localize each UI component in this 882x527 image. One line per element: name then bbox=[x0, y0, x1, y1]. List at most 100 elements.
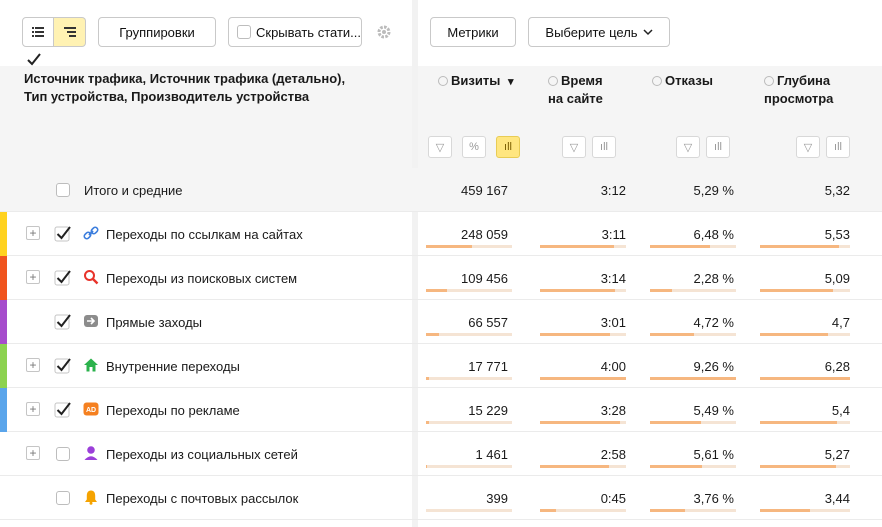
row-visits-bar-track bbox=[426, 421, 512, 424]
row-visits-bar bbox=[426, 421, 429, 424]
col-visits[interactable]: Визиты ▾ bbox=[438, 72, 513, 91]
table-row[interactable]: + AD Переходы по рекламе 15 229 3:28 5,49 % 5,… bbox=[0, 388, 882, 432]
row-label: Прямые заходы bbox=[106, 315, 203, 330]
col-time[interactable]: Время на сайте bbox=[548, 72, 603, 108]
social-icon bbox=[83, 445, 99, 461]
time-radio[interactable] bbox=[548, 76, 558, 86]
row-visits-bar bbox=[426, 245, 472, 248]
totals-depth: 5,32 bbox=[824, 183, 850, 198]
row-checkbox-checked[interactable] bbox=[54, 224, 72, 242]
expand-icon[interactable]: + bbox=[26, 226, 40, 240]
dimensions-checkmark-icon[interactable] bbox=[26, 52, 42, 68]
row-label: Внутренние переходы bbox=[106, 359, 240, 374]
row-color-strip bbox=[0, 432, 7, 476]
totals-checkbox[interactable] bbox=[56, 183, 70, 197]
tree-view-button[interactable] bbox=[54, 17, 86, 47]
row-visits: 399 bbox=[486, 491, 508, 506]
link-icon bbox=[83, 225, 99, 241]
row-bounce-bar bbox=[650, 245, 710, 248]
filter-icon[interactable]: ▽ bbox=[676, 136, 700, 158]
table-row[interactable]: + Переходы по ссылкам на сайтах 248 059 3:1… bbox=[0, 212, 882, 256]
row-visits: 17 771 bbox=[468, 359, 508, 374]
bar-chart-icon[interactable]: ıll bbox=[706, 136, 730, 158]
row-checkbox-checked[interactable] bbox=[54, 400, 72, 418]
bar-chart-icon[interactable]: ıll bbox=[496, 136, 520, 158]
row-bounce-bar bbox=[650, 333, 694, 336]
filter-icon[interactable]: ▽ bbox=[562, 136, 586, 158]
row-depth-bar bbox=[760, 377, 850, 380]
expand-icon[interactable]: + bbox=[26, 402, 40, 416]
bounce-radio[interactable] bbox=[652, 76, 662, 86]
row-depth-bar bbox=[760, 509, 810, 512]
filter-icon[interactable]: ▽ bbox=[796, 136, 820, 158]
row-color-strip bbox=[0, 256, 7, 300]
row-bounce-bar bbox=[650, 465, 702, 468]
row-time: 2:58 bbox=[600, 447, 626, 462]
row-visits: 66 557 bbox=[468, 315, 508, 330]
row-depth: 4,7 bbox=[831, 315, 850, 330]
row-time-bar bbox=[540, 333, 610, 336]
filter-icon[interactable]: ▽ bbox=[428, 136, 452, 158]
row-color-strip bbox=[0, 476, 7, 520]
row-checkbox-checked[interactable] bbox=[54, 268, 72, 286]
row-visits-bar-track bbox=[426, 465, 512, 468]
totals-row: Итого и средние 459 167 3:12 5,29 % 5,32 bbox=[0, 168, 882, 212]
goal-select[interactable]: Выберите цель bbox=[528, 17, 670, 47]
row-depth: 5,09 bbox=[824, 271, 850, 286]
grouping-button[interactable]: Группировки bbox=[98, 17, 216, 47]
hide-stats-toggle[interactable]: Скрывать стати... bbox=[228, 17, 362, 47]
row-depth-bar bbox=[760, 465, 836, 468]
row-visits-bar bbox=[426, 465, 427, 468]
row-checkbox-checked[interactable] bbox=[54, 312, 72, 330]
row-visits-bar-track bbox=[426, 377, 512, 380]
dimensions-title[interactable]: Источник трафика, Источник трафика (дета… bbox=[24, 70, 364, 106]
table-row[interactable]: + Внутренние переходы 17 771 4:00 9,26 % 6,28 bbox=[0, 344, 882, 388]
row-visits-bar bbox=[426, 333, 439, 336]
row-time-bar bbox=[540, 289, 615, 292]
table-row[interactable]: Прямые заходы 66 557 3:01 4,72 % 4,7 bbox=[0, 300, 882, 344]
table-row[interactable]: Переходы с почтовых рассылок 399 0:45 3,76 … bbox=[0, 476, 882, 520]
col-bounce[interactable]: Отказы bbox=[652, 72, 713, 90]
row-depth-bar bbox=[760, 333, 828, 336]
row-color-strip bbox=[0, 388, 7, 432]
row-color-strip bbox=[0, 300, 7, 344]
metrics-button[interactable]: Метрики bbox=[430, 17, 516, 47]
row-bounce-bar bbox=[650, 421, 701, 424]
col-time-label-1: Время bbox=[561, 73, 603, 88]
row-depth-bar bbox=[760, 289, 833, 292]
row-label: Переходы из социальных сетей bbox=[106, 447, 298, 462]
direct-icon bbox=[83, 313, 99, 329]
col-depth[interactable]: Глубина просмотра bbox=[764, 72, 833, 108]
totals-label: Итого и средние bbox=[84, 183, 183, 198]
expand-icon[interactable]: + bbox=[26, 270, 40, 284]
gear-icon[interactable] bbox=[376, 24, 392, 40]
table-row[interactable]: + Переходы из социальных сетей 1 461 2:58 5,… bbox=[0, 432, 882, 476]
toolbar-right: Метрики Выберите цель bbox=[418, 0, 882, 66]
table-row[interactable]: + Переходы из поисковых систем 109 456 3:14… bbox=[0, 256, 882, 300]
hide-stats-checkbox[interactable] bbox=[237, 25, 251, 39]
row-bounce: 5,61 % bbox=[693, 447, 734, 462]
row-visits: 1 461 bbox=[475, 447, 508, 462]
row-depth: 5,4 bbox=[831, 403, 850, 418]
row-time-bar bbox=[540, 509, 556, 512]
row-time-bar bbox=[540, 245, 614, 248]
list-view-button[interactable] bbox=[22, 17, 54, 47]
row-time-bar bbox=[540, 465, 609, 468]
expand-icon[interactable]: + bbox=[26, 446, 40, 460]
percent-icon[interactable]: % bbox=[462, 136, 486, 158]
row-color-strip bbox=[0, 344, 7, 388]
totals-time: 3:12 bbox=[600, 183, 626, 198]
depth-radio[interactable] bbox=[764, 76, 774, 86]
visits-radio[interactable] bbox=[438, 76, 448, 86]
row-checkbox[interactable] bbox=[56, 447, 70, 461]
row-bounce: 4,72 % bbox=[693, 315, 734, 330]
home-icon bbox=[83, 357, 99, 373]
bar-chart-icon[interactable]: ıll bbox=[592, 136, 616, 158]
expand-icon[interactable]: + bbox=[26, 358, 40, 372]
row-checkbox[interactable] bbox=[56, 491, 70, 505]
col-bounce-label: Отказы bbox=[665, 73, 713, 88]
bar-chart-icon[interactable]: ıll bbox=[826, 136, 850, 158]
row-checkbox-checked[interactable] bbox=[54, 356, 72, 374]
grouping-label: Группировки bbox=[119, 24, 195, 40]
tree-icon bbox=[63, 27, 76, 37]
